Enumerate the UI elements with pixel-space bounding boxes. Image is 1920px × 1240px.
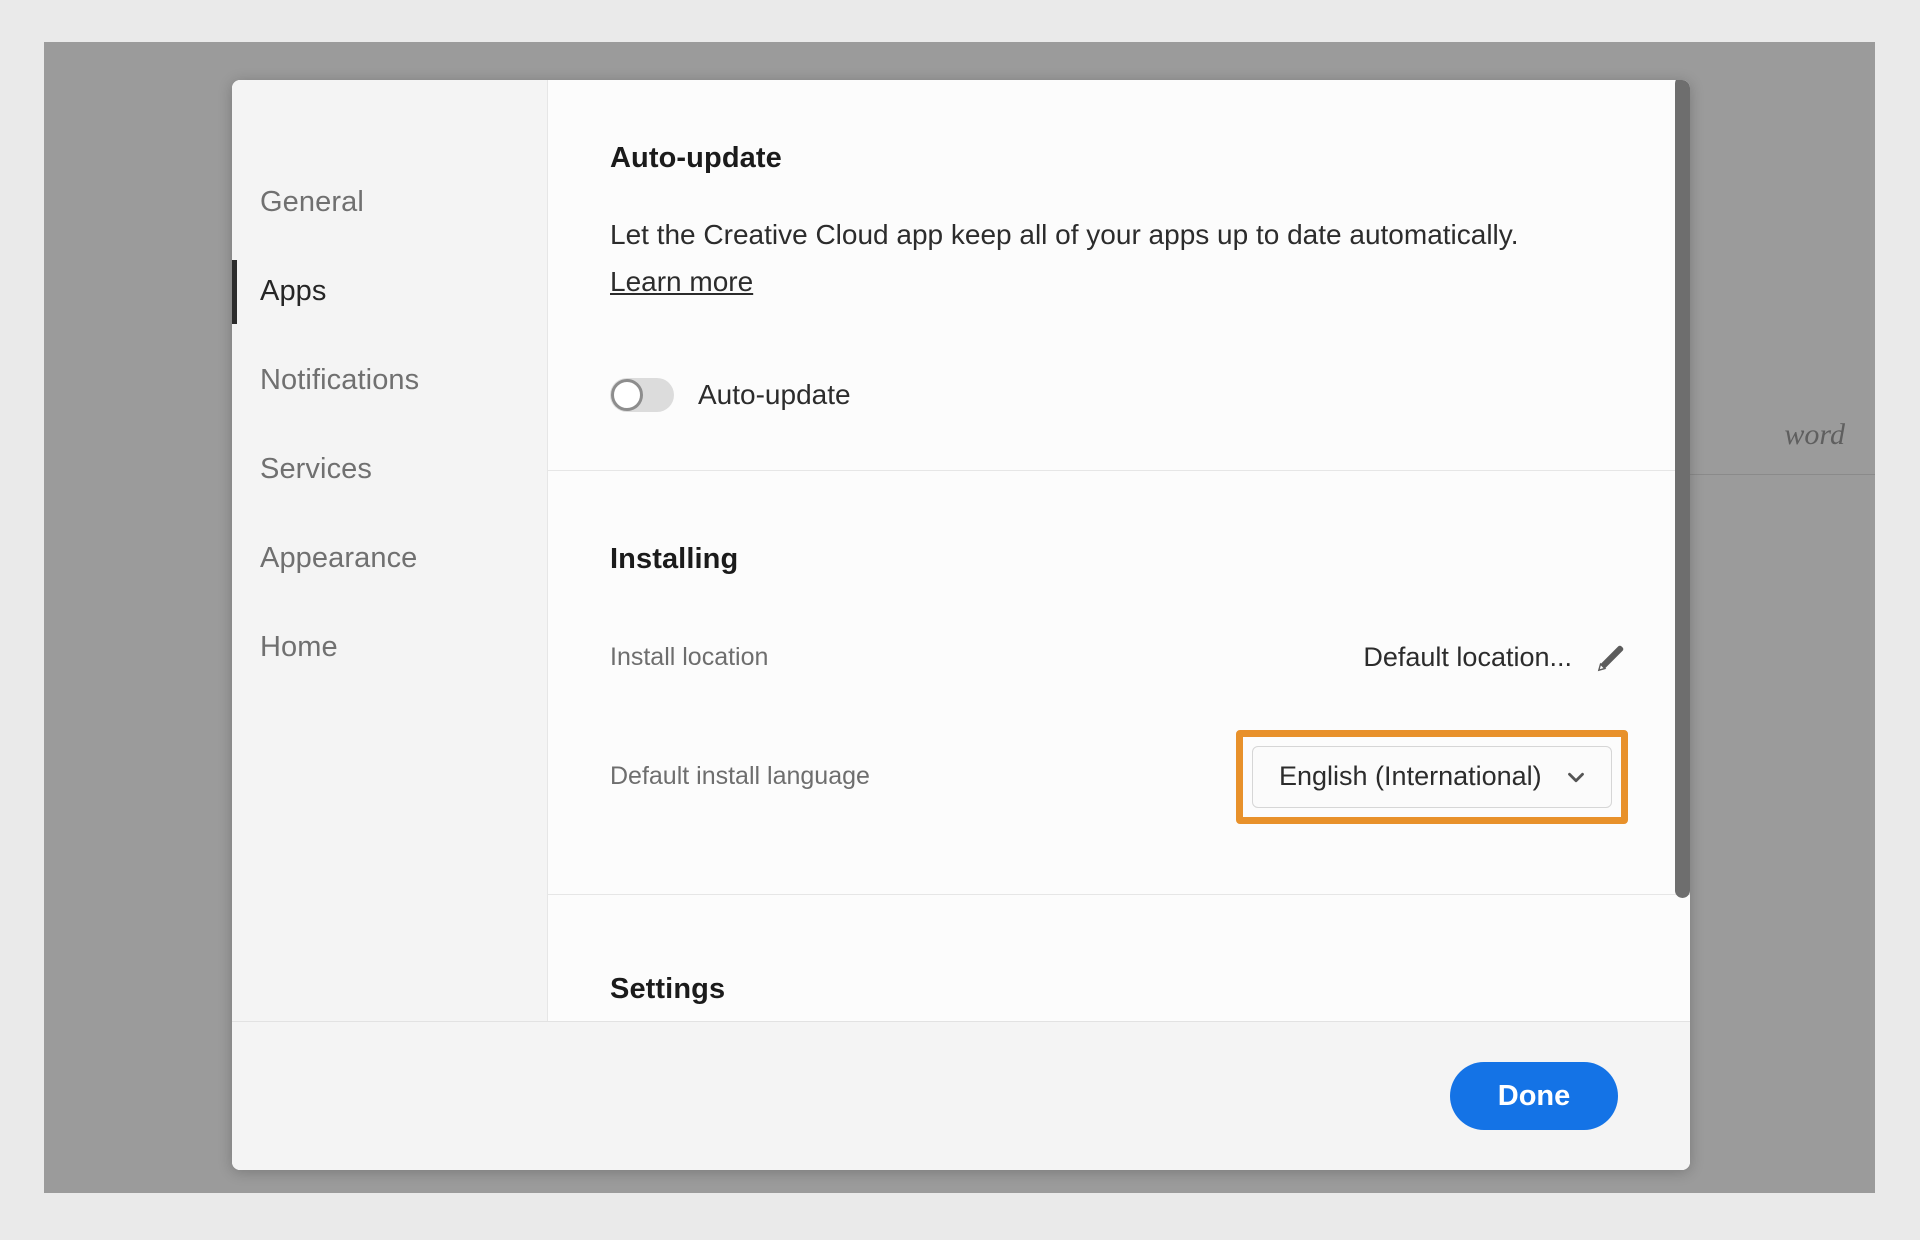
default-install-language-row: Default install language English (Intern… (610, 729, 1628, 824)
content-scrollbar-thumb[interactable] (1675, 80, 1690, 898)
content-scrollbar-track[interactable] (1672, 80, 1690, 1021)
learn-more-link[interactable]: Learn more (610, 266, 753, 298)
default-install-language-label: Default install language (610, 762, 870, 791)
preferences-content: Auto-update Let the Creative Cloud app k… (548, 80, 1690, 1021)
auto-update-toggle-label: Auto-update (698, 378, 851, 410)
auto-update-toggle[interactable] (610, 377, 674, 412)
sidebar-item-apps[interactable]: Apps (232, 247, 547, 336)
default-install-language-select[interactable]: English (International) (1252, 745, 1612, 808)
default-install-language-value: English (International) (1279, 761, 1542, 792)
auto-update-description: Let the Creative Cloud app keep all of y… (610, 219, 1519, 250)
toggle-knob (611, 378, 643, 411)
install-location-value: Default location... (1363, 642, 1572, 673)
pencil-icon[interactable] (1594, 641, 1628, 675)
chevron-down-icon (1563, 764, 1589, 790)
section-installing: Installing Install location Default loca… (548, 470, 1690, 895)
settings-heading: Settings (610, 972, 726, 1005)
auto-update-toggle-row: Auto-update (610, 377, 1628, 412)
install-location-label: Install location (610, 643, 769, 672)
sidebar-item-label: Services (260, 453, 372, 485)
preferences-sidebar: General Apps Notifications Services Appe… (232, 80, 548, 1021)
sidebar-item-general[interactable]: General (232, 158, 547, 247)
installing-heading: Installing (610, 542, 739, 575)
sidebar-item-label: Apps (260, 275, 327, 307)
sidebar-item-label: Notifications (260, 364, 420, 396)
install-location-row: Install location Default location... (610, 630, 1628, 686)
install-location-value-group: Default location... (1363, 641, 1628, 675)
sidebar-item-label: General (260, 186, 364, 218)
auto-update-heading: Auto-update (610, 142, 782, 174)
sidebar-item-label: Appearance (260, 542, 418, 574)
sidebar-item-label: Home (260, 631, 338, 663)
sidebar-item-services[interactable]: Services (232, 425, 547, 514)
sidebar-item-appearance[interactable]: Appearance (232, 514, 547, 603)
dialog-body: General Apps Notifications Services Appe… (232, 80, 1690, 1022)
language-highlight-box: English (International) (1236, 729, 1628, 824)
done-button[interactable]: Done (1450, 1062, 1618, 1130)
section-settings: Settings (548, 894, 1690, 1021)
preferences-dialog: General Apps Notifications Services Appe… (232, 80, 1690, 1170)
section-auto-update: Auto-update Let the Creative Cloud app k… (548, 80, 1690, 471)
sidebar-item-notifications[interactable]: Notifications (232, 336, 547, 425)
sidebar-item-home[interactable]: Home (232, 603, 547, 692)
background-field-label: word (1784, 418, 1845, 451)
dialog-footer: Done (232, 1022, 1690, 1170)
